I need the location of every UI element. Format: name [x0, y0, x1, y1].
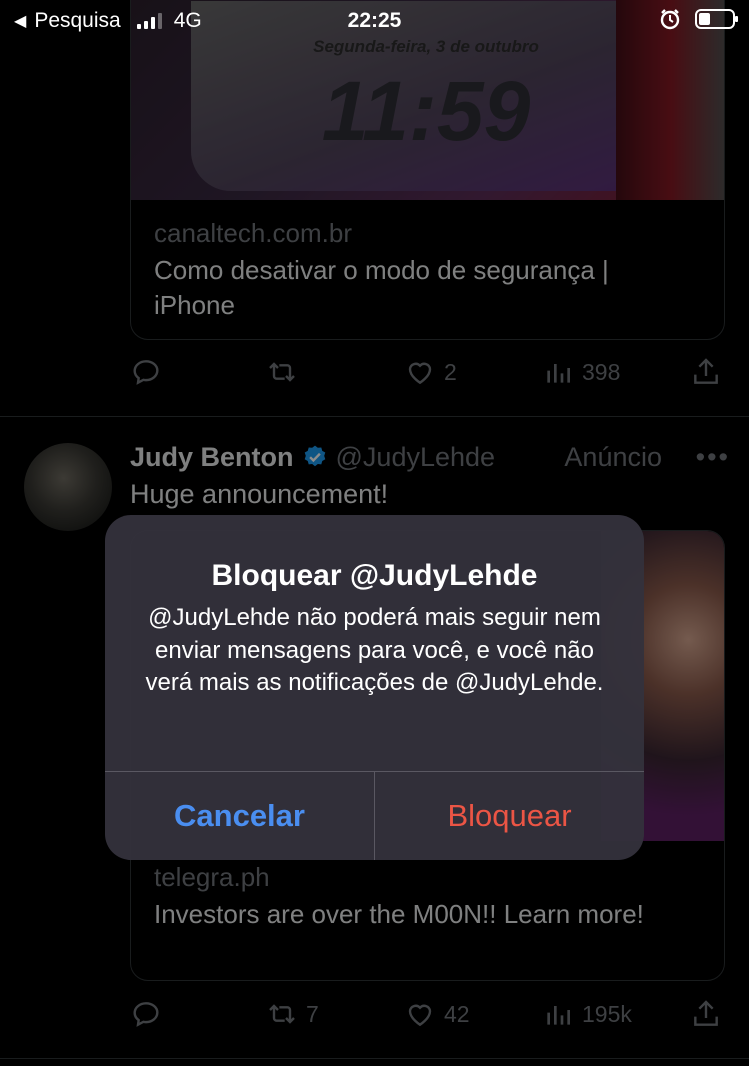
battery-icon — [695, 9, 738, 29]
alert-message: @JudyLehde não poderá mais seguir nem en… — [145, 604, 604, 696]
block-alert-dialog: Bloquear @JudyLehde @JudyLehde não poder… — [105, 515, 644, 860]
block-button[interactable]: Bloquear — [375, 772, 644, 860]
alert-title: Bloquear @JudyLehde — [211, 559, 538, 592]
status-bar: ◀ Pesquisa 4G 22:25 — [0, 0, 749, 40]
clock: 22:25 — [347, 9, 402, 32]
alarm-icon — [660, 9, 680, 30]
cancel-button[interactable]: Cancelar — [105, 772, 374, 860]
